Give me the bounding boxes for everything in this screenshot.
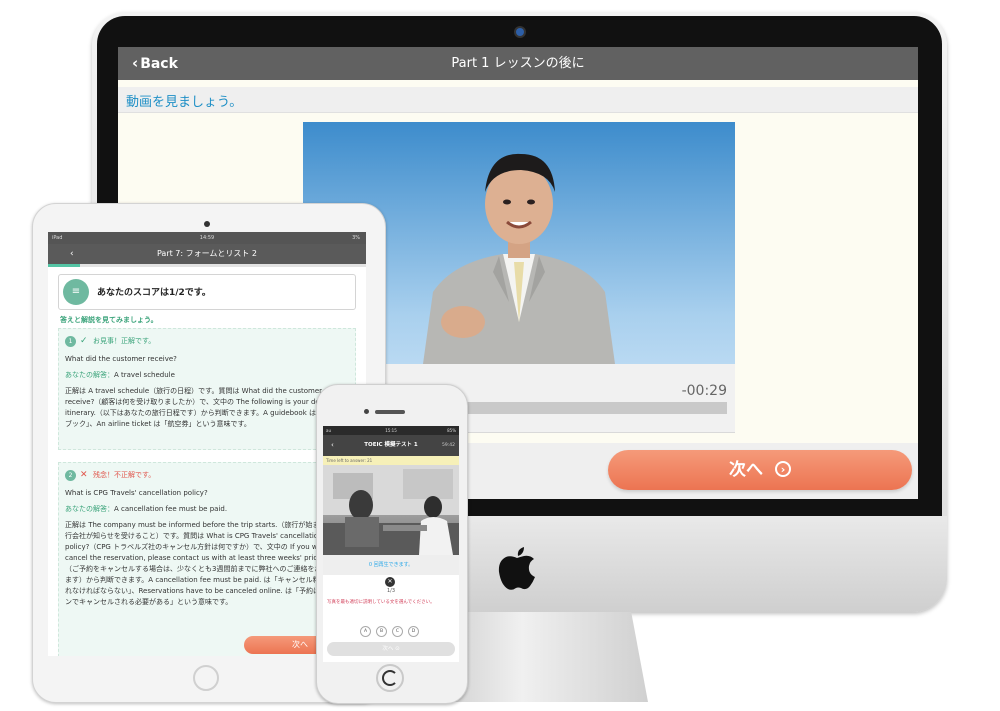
audio-panel: 0 回再生できます。 — [323, 555, 459, 575]
answer-card-1: 1 ✓ お見事！正解です。 What did the customer rece… — [58, 328, 356, 450]
status-battery: 85% — [447, 428, 456, 433]
choice-d[interactable]: D — [408, 626, 419, 637]
explanation-text: 正解は The company must be informed before … — [65, 521, 348, 606]
phone-next-label: 次へ — [382, 646, 394, 652]
your-answer-label: あなたの解答： — [65, 371, 114, 379]
page-indicator: 1/3 — [386, 588, 396, 594]
choice-c[interactable]: C — [392, 626, 403, 637]
instruction-text: 動画を見ましょう。 — [126, 95, 243, 110]
phone-header: TOEIC 模擬テスト 1 ‹ 59:42 — [323, 435, 459, 456]
verdict-text: お見事！正解です。 — [93, 337, 156, 345]
your-answer-value: A travel schedule — [114, 371, 175, 379]
imac-stand — [438, 612, 648, 702]
close-icon[interactable]: ✕ — [385, 577, 395, 587]
arrow-right-circle-icon: › — [775, 461, 791, 477]
phone-camera — [364, 409, 369, 414]
question-text: What did the customer receive? — [65, 355, 177, 363]
tablet-progress-bar — [48, 264, 366, 267]
chevron-left-icon[interactable]: ‹ — [70, 244, 74, 264]
question-text: What is CPG Travels' cancellation policy… — [65, 489, 208, 497]
arrow-right-circle-icon: ⊙ — [395, 646, 400, 652]
desktop-header: Part 1 レッスンの後に ‹ Back — [118, 47, 918, 80]
chevron-left-icon[interactable]: ‹ — [331, 435, 334, 456]
your-answer: あなたの解答：A cancellation fee must be paid. — [65, 504, 349, 515]
next-button[interactable]: 次へ › — [608, 450, 912, 490]
time-left-banner: Time left to answer: 21 — [323, 456, 459, 465]
tablet-progress-fill — [48, 264, 80, 267]
status-clock: 15:15 — [385, 428, 397, 433]
phone-screen: au 15:15 85% TOEIC 模擬テスト 1 ‹ 59:42 Time … — [323, 426, 459, 662]
phone-speaker — [375, 410, 405, 414]
question-number: 2 — [65, 470, 76, 481]
review-heading: 答えと解説を見てみましょう。 — [60, 316, 158, 324]
check-icon: ✓ — [80, 336, 88, 346]
question-instruction: 写真を最も適切に説明している文を選んでください。 — [327, 600, 435, 605]
instruction-bar: 動画を見ましょう。 — [118, 87, 918, 113]
cross-icon: ✕ — [80, 470, 88, 480]
status-clock: 14:59 — [199, 235, 215, 241]
phone-status-bar: au 15:15 85% — [323, 426, 459, 435]
answer-card-2: 2 ✕ 残念！不正解です。 What is CPG Travels' cance… — [58, 462, 356, 656]
choice-a[interactable]: A — [360, 626, 371, 637]
lesson-title: Part 1 レッスンの後に — [451, 56, 585, 71]
back-button[interactable]: ‹ Back — [132, 47, 178, 80]
phone-home-button[interactable] — [376, 664, 404, 692]
imac-camera — [516, 28, 524, 36]
apple-logo-icon — [498, 547, 535, 590]
score-icon: ≡ — [63, 279, 89, 305]
verdict-text: 残念！不正解です。 — [93, 471, 156, 479]
choice-b[interactable]: B — [376, 626, 387, 637]
ipad-home-button[interactable] — [193, 665, 219, 691]
your-answer: あなたの解答：A travel schedule — [65, 370, 349, 381]
next-label: 次へ — [729, 460, 763, 480]
chevron-left-icon: ‹ — [132, 54, 139, 72]
answer-header: 2 ✕ 残念！不正解です。 — [65, 469, 349, 485]
test-timer: 59:42 — [442, 443, 455, 448]
answer-header: 1 ✓ お見事！正解です。 — [65, 335, 349, 351]
phone-title: TOEIC 模擬テスト 1 — [364, 442, 418, 448]
time-remaining: -00:29 — [681, 383, 727, 399]
loading-spinner-icon — [382, 670, 398, 686]
ipad-camera — [204, 221, 210, 227]
status-battery: 3% — [352, 235, 360, 241]
phone-next-button[interactable]: 次へ ⊙ — [327, 642, 455, 656]
question-photo — [323, 465, 459, 555]
replay-count-text: 0 回再生できます。 — [368, 562, 414, 568]
your-answer-value: A cancellation fee must be paid. — [114, 505, 228, 513]
your-answer-label: あなたの解答： — [65, 505, 114, 513]
score-card: ≡ あなたのスコアは1/2です。 — [58, 274, 356, 310]
tablet-header: Part 7: フォームとリスト 2 ‹ — [48, 244, 366, 264]
explanation-text: 正解は A travel schedule（旅行の日程）です。質問は What … — [65, 387, 344, 428]
score-text: あなたのスコアは1/2です。 — [97, 288, 211, 298]
question-number: 1 — [65, 336, 76, 347]
tablet-title: Part 7: フォームとリスト 2 — [156, 249, 258, 258]
back-label: Back — [140, 56, 178, 72]
tablet-status-bar: iPad 14:59 3% — [48, 232, 366, 244]
answer-choices: A B C D — [360, 626, 430, 638]
office-photo — [323, 465, 459, 555]
